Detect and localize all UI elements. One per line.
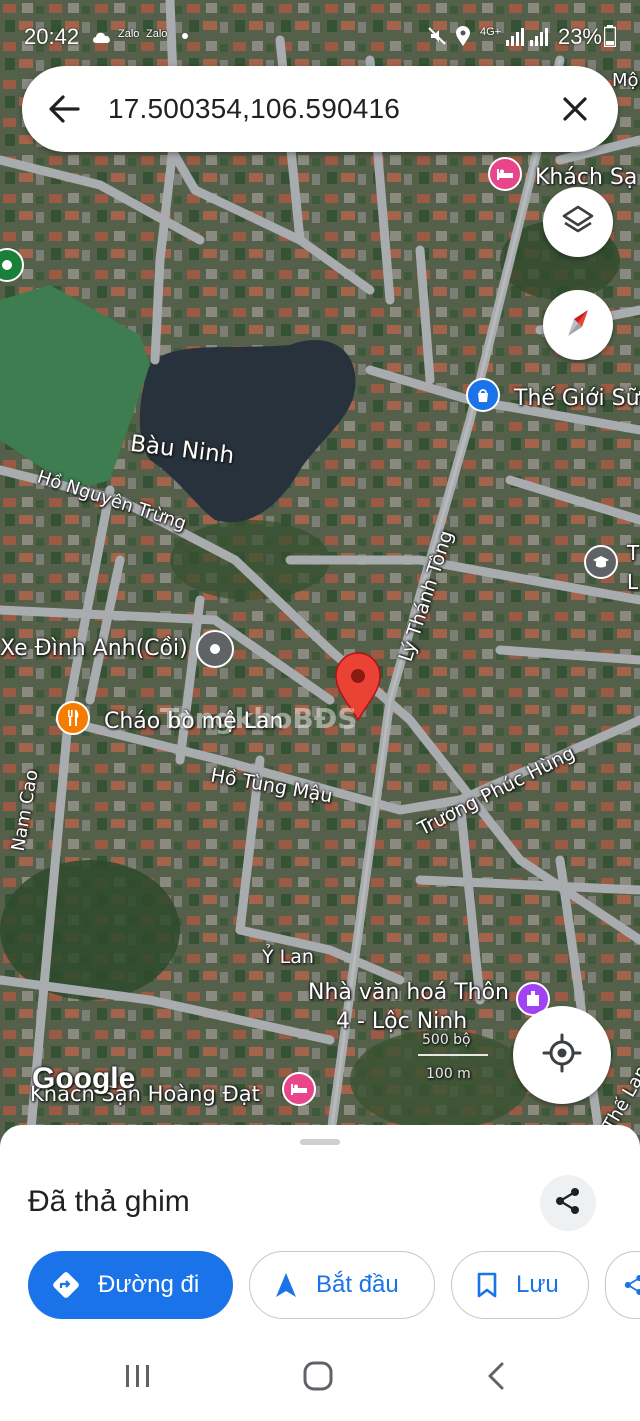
save-label: Lưu xyxy=(516,1271,559,1298)
bookmark-icon xyxy=(476,1271,498,1299)
share-icon xyxy=(555,1187,581,1220)
recent-apps-icon[interactable] xyxy=(124,1362,152,1395)
layers-icon xyxy=(561,203,595,242)
hotel-pin-icon[interactable] xyxy=(282,1072,316,1106)
place-pin-icon[interactable] xyxy=(196,630,234,668)
poi-label-mo: Mộ xyxy=(612,70,639,91)
battery-icon xyxy=(603,25,617,52)
compass-icon xyxy=(561,306,595,345)
hotel-pin-icon[interactable] xyxy=(488,157,522,191)
status-bar: 20:42 Zalo Zalo 4G+ 23% xyxy=(0,0,640,64)
system-navigation-bar xyxy=(0,1338,640,1421)
home-icon[interactable] xyxy=(302,1360,334,1397)
signal-icon xyxy=(506,26,550,51)
poi-label-school-l[interactable]: L xyxy=(627,570,638,594)
cloud-icon xyxy=(92,30,112,48)
map-canvas[interactable]: Bàu Ninh Hồ Nguyên Trừng Lý Thánh Tông H… xyxy=(0,0,640,1145)
sheet-drag-handle[interactable] xyxy=(300,1139,340,1145)
poi-label-xe-dinh-anh[interactable]: Xe Đình Anh(Cồi) xyxy=(0,636,188,661)
restaurant-pin-icon[interactable] xyxy=(56,701,90,735)
poi-label-school-t[interactable]: T xyxy=(627,541,639,565)
poi-label-nha-van-hoa-line1[interactable]: Nhà văn hoá Thôn xyxy=(308,980,509,1005)
scale-bar: 500 bộ 100 m xyxy=(418,1032,488,1088)
zalo-notification-icon: Zalo xyxy=(118,28,140,40)
close-icon[interactable] xyxy=(562,96,588,127)
directions-label: Đường đi xyxy=(98,1271,200,1298)
back-arrow-icon[interactable] xyxy=(48,94,80,129)
layers-button[interactable] xyxy=(543,187,613,257)
save-button[interactable]: Lưu xyxy=(451,1251,589,1319)
sheet-title: Đã thả ghim xyxy=(28,1185,190,1218)
mute-icon xyxy=(428,27,446,50)
poi-label-nha-van-hoa-line2[interactable]: 4 - Lộc Ninh xyxy=(336,1009,467,1034)
scale-label-feet: 500 bộ xyxy=(422,1032,471,1048)
start-label: Bắt đầu xyxy=(316,1271,399,1298)
more-actions-button[interactable] xyxy=(605,1251,640,1319)
my-location-button[interactable] xyxy=(513,1006,611,1104)
share-icon xyxy=(624,1274,640,1296)
status-time: 20:42 xyxy=(24,24,80,49)
watermark: TongkhoBĐS xyxy=(160,702,358,735)
road-label-y-lan: Ỷ Lan xyxy=(262,946,314,968)
back-icon[interactable] xyxy=(484,1360,508,1397)
start-button[interactable]: Bắt đầu xyxy=(249,1251,435,1319)
search-query[interactable]: 17.500354,106.590416 xyxy=(108,93,400,125)
poi-label-khach-san-top[interactable]: Khách Sạ xyxy=(535,165,637,190)
shopping-pin-icon[interactable] xyxy=(466,378,500,412)
navigation-arrow-icon xyxy=(274,1271,298,1299)
battery-level: 23% xyxy=(557,24,602,49)
dot-icon xyxy=(182,33,188,39)
share-button[interactable] xyxy=(540,1175,596,1231)
my-location-icon xyxy=(542,1033,582,1078)
google-logo: Google xyxy=(32,1062,136,1095)
compass-button[interactable] xyxy=(543,290,613,360)
scale-label-meters: 100 m xyxy=(426,1066,471,1082)
school-pin-icon[interactable] xyxy=(584,545,618,579)
zalo-notification-icon: Zalo xyxy=(146,28,168,40)
poi-label-the-gioi[interactable]: Thế Giới Sữ xyxy=(514,386,640,411)
network-type: 4G+ xyxy=(480,26,502,38)
directions-button[interactable]: Đường đi xyxy=(28,1251,233,1319)
location-icon xyxy=(456,26,470,51)
search-bar[interactable]: 17.500354,106.590416 xyxy=(22,66,618,152)
directions-icon xyxy=(52,1271,80,1299)
